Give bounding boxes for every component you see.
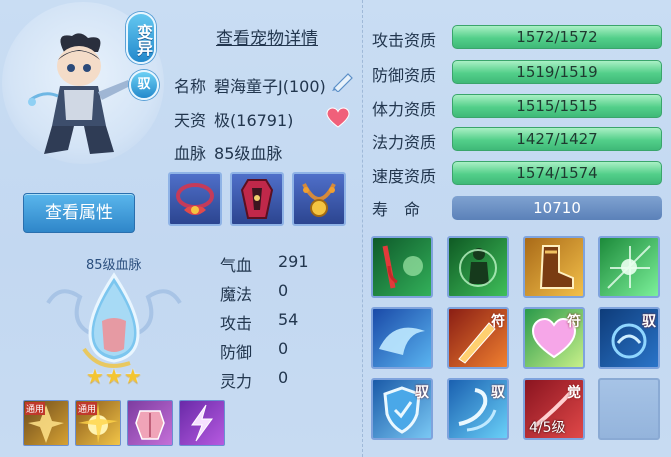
stat-label: 灵力 (220, 372, 253, 391)
lifespan-label: 寿 命 (372, 200, 421, 219)
stat-value: 291 (278, 252, 309, 271)
bloodline-label: 血脉 (174, 144, 207, 163)
pet-bloodline-value: 85级血脉 (214, 144, 283, 163)
tame-tag: 驭 (415, 385, 429, 401)
aptitude-label-attack: 攻击资质 (372, 31, 437, 50)
stat-value: 0 (278, 281, 289, 300)
universal-skill-1[interactable]: 通用 (23, 400, 69, 446)
equipment-slot-armor[interactable] (230, 172, 284, 226)
skill-slot-8[interactable]: 驭 (598, 307, 660, 369)
stat-spirit: 灵力 0 (220, 368, 288, 392)
aptitude-bar-defense: 1519/1519 (452, 60, 662, 84)
skill-slot-6[interactable]: 符 (447, 307, 509, 369)
collar-icon (176, 183, 214, 215)
pet-detail-panel: 变异 驭 查看属性 查看宠物详情 名称 碧海童子J(100) 天资 极(16791)… (0, 0, 671, 457)
skill-slot-5[interactable] (371, 307, 433, 369)
aptitude-label-speed: 速度资质 (372, 167, 437, 186)
stat-label: 气血 (220, 256, 253, 275)
view-attributes-button[interactable]: 查看属性 (23, 193, 135, 233)
view-pet-details-link[interactable]: 查看宠物详情 (216, 24, 318, 49)
equipment-slot-collar[interactable] (168, 172, 222, 226)
skill-slot-empty[interactable] (598, 378, 660, 440)
universal-tag: 通用 (77, 402, 98, 415)
warrior-silhouette-icon (459, 248, 497, 287)
stat-mp: 魔法 0 (220, 281, 288, 305)
aptitude-bar-stamina: 1515/1515 (452, 94, 662, 118)
mutation-badge: 变异 (126, 12, 156, 64)
necklace-icon (302, 183, 336, 217)
awaken-level-label: 4/5级 (529, 420, 566, 436)
stat-value: 54 (278, 310, 299, 329)
favorite-heart-icon[interactable] (326, 107, 350, 129)
aptitude-label-stamina: 体力资质 (372, 100, 437, 119)
awaken-tag: 觉 (567, 385, 581, 401)
aptitude-bar-speed: 1574/1574 (452, 161, 662, 185)
skill-slot-1[interactable] (371, 236, 433, 298)
stat-label: 攻击 (220, 314, 253, 333)
edit-name-icon[interactable] (330, 70, 356, 92)
talisman-tag: 符 (567, 314, 581, 330)
stat-label: 防御 (220, 343, 253, 362)
skill-slot-2[interactable] (447, 236, 509, 298)
aptitude-bar-magic: 1427/1427 (452, 127, 662, 151)
lifespan-bar: 10710 (452, 196, 662, 220)
tame-tag: 驭 (642, 314, 656, 330)
pet-talent-row: 天资 极(16791) (174, 107, 293, 131)
armor-icon (240, 179, 274, 219)
pet-name-row: 名称 碧海童子J(100) (174, 73, 326, 97)
green-burst-icon (607, 245, 651, 289)
stat-value: 0 (278, 368, 289, 387)
stat-attack: 攻击 54 (220, 310, 298, 334)
bloodline-star-rating: ★★★ (86, 364, 143, 388)
skill-slot-awakened[interactable]: 觉 4/5级 (523, 378, 585, 440)
stat-label: 魔法 (220, 285, 253, 304)
boot-icon (539, 245, 574, 289)
aptitude-label-magic: 法力资质 (372, 133, 437, 152)
stat-defense: 防御 0 (220, 339, 288, 363)
name-label: 名称 (174, 77, 207, 96)
universal-tag: 通用 (25, 402, 46, 415)
muscle-armor-icon (135, 410, 165, 440)
skill-slot-7[interactable]: 符 (523, 307, 585, 369)
star-icon: ★ (104, 364, 123, 388)
star-icon: ★ (86, 364, 104, 388)
skill-body-armor[interactable] (127, 400, 173, 446)
aptitude-bar-attack: 1572/1572 (452, 25, 662, 49)
water-wave-icon (379, 327, 425, 355)
skill-slot-4[interactable] (598, 236, 660, 298)
skill-slot-9[interactable]: 驭 (371, 378, 433, 440)
stat-value: 0 (278, 339, 289, 358)
skill-lightning[interactable] (179, 400, 225, 446)
equipment-slot-necklace[interactable] (292, 172, 346, 226)
star-icon: ★ (123, 364, 142, 388)
pet-character-image (28, 33, 130, 154)
blood-drain-icon (382, 245, 423, 289)
panel-divider (362, 0, 364, 457)
aptitude-label-defense: 防御资质 (372, 66, 437, 85)
pet-name-value: 碧海童子J(100) (214, 77, 326, 96)
stat-hp: 气血 291 (220, 252, 309, 276)
universal-skill-2[interactable]: 通用 (75, 400, 121, 446)
talent-label: 天资 (174, 111, 207, 130)
skill-slot-3[interactable] (523, 236, 585, 298)
talisman-tag: 符 (491, 314, 505, 330)
pet-bloodline-row: 血脉 85级血脉 (174, 140, 282, 164)
skill-slot-10[interactable]: 驭 (447, 378, 509, 440)
bloodline-emblem-icon[interactable] (40, 263, 188, 378)
pet-talent-value: 极(16791) (214, 111, 294, 130)
tame-tag: 驭 (491, 385, 505, 401)
tame-badge: 驭 (129, 70, 159, 100)
lightning-icon (191, 404, 213, 442)
